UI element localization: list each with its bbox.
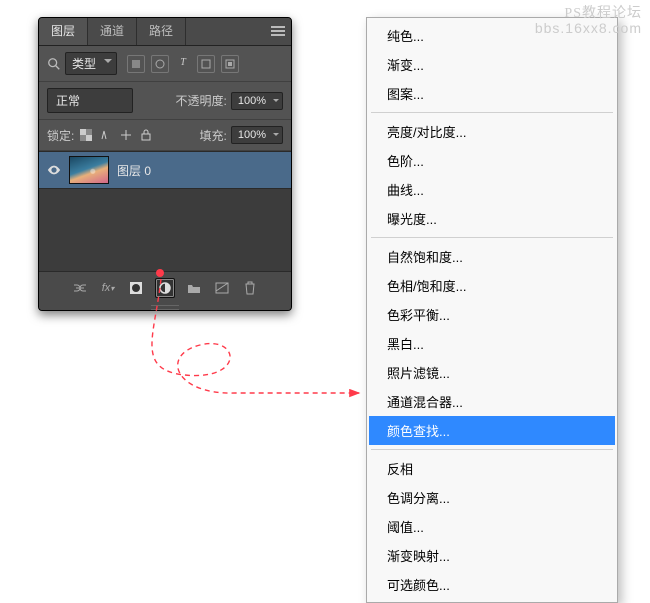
fill-label: 填充: [200, 127, 227, 144]
adjustment-menu: 纯色...渐变...图案...亮度/对比度...色阶...曲线...曝光度...… [366, 17, 618, 603]
watermark-2: bbs.16xx8.com [535, 20, 642, 36]
resize-grip[interactable] [39, 304, 291, 310]
filter-kind-dropdown[interactable]: 类型 [65, 52, 117, 75]
adjustment-layer-icon[interactable] [155, 278, 175, 298]
menu-item[interactable]: 图案... [369, 79, 615, 108]
filter-icons: T [127, 55, 239, 73]
annotation-dot [156, 269, 164, 277]
panel-menu-icon[interactable] [271, 24, 285, 38]
panel-bottom-bar: fx▾ [39, 271, 291, 304]
menu-item[interactable]: 照片滤镜... [369, 358, 615, 387]
layer-item[interactable]: 图层 0 [39, 151, 291, 189]
filter-row: 类型 T [39, 46, 291, 82]
blend-row: 正常 不透明度: 100% [39, 82, 291, 120]
menu-item[interactable]: 可选颜色... [369, 570, 615, 599]
layer-thumbnail[interactable] [69, 156, 109, 184]
menu-item[interactable]: 颜色查找... [369, 416, 615, 445]
menu-item[interactable]: 色相/饱和度... [369, 271, 615, 300]
blend-mode-dropdown[interactable]: 正常 [47, 88, 133, 113]
lock-position-icon[interactable] [118, 127, 134, 143]
menu-item[interactable]: 通道混合器... [369, 387, 615, 416]
tab-paths[interactable]: 路径 [137, 18, 186, 45]
panel-tabs: 图层 通道 路径 [39, 18, 291, 46]
menu-item[interactable]: 亮度/对比度... [369, 117, 615, 146]
lock-row: 锁定: 填充: 100% [39, 120, 291, 151]
filter-shape-icon[interactable] [197, 55, 215, 73]
link-icon[interactable] [71, 279, 89, 297]
menu-separator [371, 237, 613, 238]
fx-icon[interactable]: fx▾ [99, 279, 117, 297]
new-layer-icon[interactable] [213, 279, 231, 297]
filter-smart-icon[interactable] [221, 55, 239, 73]
menu-item[interactable]: 色调分离... [369, 483, 615, 512]
opacity-label: 不透明度: [176, 92, 227, 109]
layers-panel: 图层 通道 路径 类型 T 正常 不透明度: 100% 锁定: 填充: 100% [38, 17, 292, 311]
menu-item[interactable]: 黑白... [369, 329, 615, 358]
search-icon [47, 57, 61, 71]
delete-icon[interactable] [241, 279, 259, 297]
lock-all-icon[interactable] [138, 127, 154, 143]
layer-name[interactable]: 图层 0 [117, 162, 151, 179]
menu-item[interactable]: 阈值... [369, 512, 615, 541]
menu-item[interactable]: 渐变映射... [369, 541, 615, 570]
menu-item[interactable]: 曲线... [369, 175, 615, 204]
tab-layers[interactable]: 图层 [39, 18, 88, 45]
mask-icon[interactable] [127, 279, 145, 297]
visibility-icon[interactable] [47, 163, 61, 177]
lock-pixels-icon[interactable] [98, 127, 114, 143]
watermark-1: PS教程论坛 [564, 2, 642, 22]
fill-value[interactable]: 100% [231, 126, 283, 144]
filter-pixel-icon[interactable] [127, 55, 145, 73]
tab-channels[interactable]: 通道 [88, 18, 137, 45]
group-icon[interactable] [185, 279, 203, 297]
filter-type-icon[interactable]: T [175, 55, 191, 71]
lock-transparent-icon[interactable] [78, 127, 94, 143]
menu-item[interactable]: 自然饱和度... [369, 242, 615, 271]
menu-separator [371, 112, 613, 113]
menu-item[interactable]: 反相 [369, 454, 615, 483]
menu-item[interactable]: 渐变... [369, 50, 615, 79]
menu-item[interactable]: 曝光度... [369, 204, 615, 233]
opacity-value[interactable]: 100% [231, 92, 283, 110]
layer-list: 图层 0 [39, 151, 291, 271]
menu-separator [371, 449, 613, 450]
filter-adjustment-icon[interactable] [151, 55, 169, 73]
lock-label: 锁定: [47, 127, 74, 144]
menu-item[interactable]: 色彩平衡... [369, 300, 615, 329]
menu-item[interactable]: 色阶... [369, 146, 615, 175]
